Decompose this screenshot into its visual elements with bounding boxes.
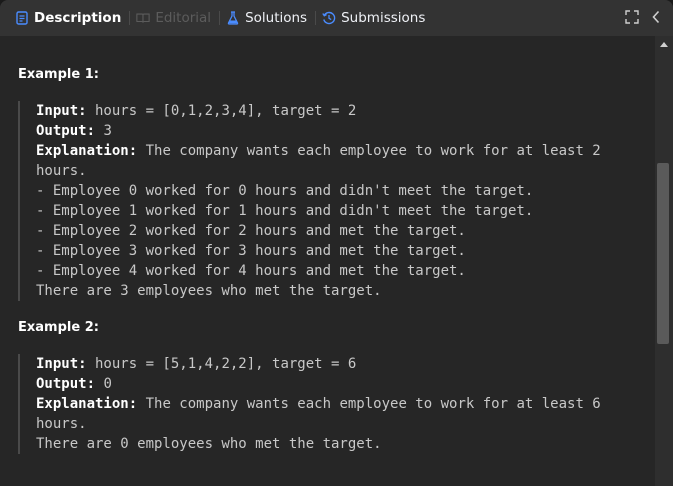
flask-icon <box>226 10 240 26</box>
tab-bar: Description Editorial Solutions Submissi… <box>0 0 673 36</box>
tab-editorial[interactable]: Editorial <box>136 0 211 36</box>
history-icon <box>322 10 336 26</box>
example-2-explanation: Explanation: The company wants each empl… <box>36 396 601 412</box>
collapse-icon[interactable] <box>651 9 661 28</box>
example-2-explanation-line: There are 0 employees who met the target… <box>36 436 382 452</box>
example-1-explanation-line: - Employee 1 worked for 1 hours and didn… <box>36 203 534 219</box>
content-scrollbar[interactable] <box>655 36 673 486</box>
example-1-title: Example 1: <box>18 67 99 82</box>
fullscreen-icon[interactable] <box>625 9 639 28</box>
tab-description[interactable]: Description <box>15 0 121 36</box>
tab-solutions[interactable]: Solutions <box>226 0 307 36</box>
example-2-output: Output: 0 <box>36 376 112 392</box>
example-2-input: Input: hours = [5,1,4,2,2], target = 6 <box>36 356 357 372</box>
tab-solutions-label: Solutions <box>245 10 308 26</box>
tab-actions <box>625 0 661 36</box>
tab-submissions[interactable]: Submissions <box>322 0 425 36</box>
tab-editorial-label: Editorial <box>155 10 212 26</box>
example-1-explanation-line: hours. <box>36 163 87 179</box>
problem-panel: Description Editorial Solutions Submissi… <box>0 0 673 486</box>
example-1-output: Output: 3 <box>36 123 112 139</box>
tab-divider <box>315 11 317 25</box>
tab-submissions-label: Submissions <box>341 10 426 26</box>
description-icon <box>15 10 29 26</box>
scroll-up-arrow-icon[interactable] <box>660 42 668 47</box>
book-icon <box>136 10 150 26</box>
description-content: Example 1: Input: hours = [0,1,2,3,4], t… <box>0 36 655 486</box>
tab-divider <box>219 11 221 25</box>
example-1-explanation: Explanation: The company wants each empl… <box>36 143 601 159</box>
example-1-explanation-line: - Employee 2 worked for 2 hours and met … <box>36 223 466 239</box>
tab-description-label: Description <box>34 10 122 26</box>
example-1-input: Input: hours = [0,1,2,3,4], target = 2 <box>36 103 357 119</box>
example-1-explanation-line: - Employee 0 worked for 0 hours and didn… <box>36 183 534 199</box>
example-2-block: Input: hours = [5,1,4,2,2], target = 6 O… <box>18 354 638 454</box>
example-1-explanation-line: - Employee 3 worked for 3 hours and met … <box>36 243 466 259</box>
example-1-explanation-line: There are 3 employees who met the target… <box>36 283 382 299</box>
scroll-thumb[interactable] <box>657 163 669 344</box>
tab-divider <box>129 11 131 25</box>
example-2-explanation-line: hours. <box>36 416 87 432</box>
example-1-explanation-line: - Employee 4 worked for 4 hours and met … <box>36 263 466 279</box>
example-2-title: Example 2: <box>18 320 99 335</box>
example-1-block: Input: hours = [0,1,2,3,4], target = 2 O… <box>18 101 638 301</box>
